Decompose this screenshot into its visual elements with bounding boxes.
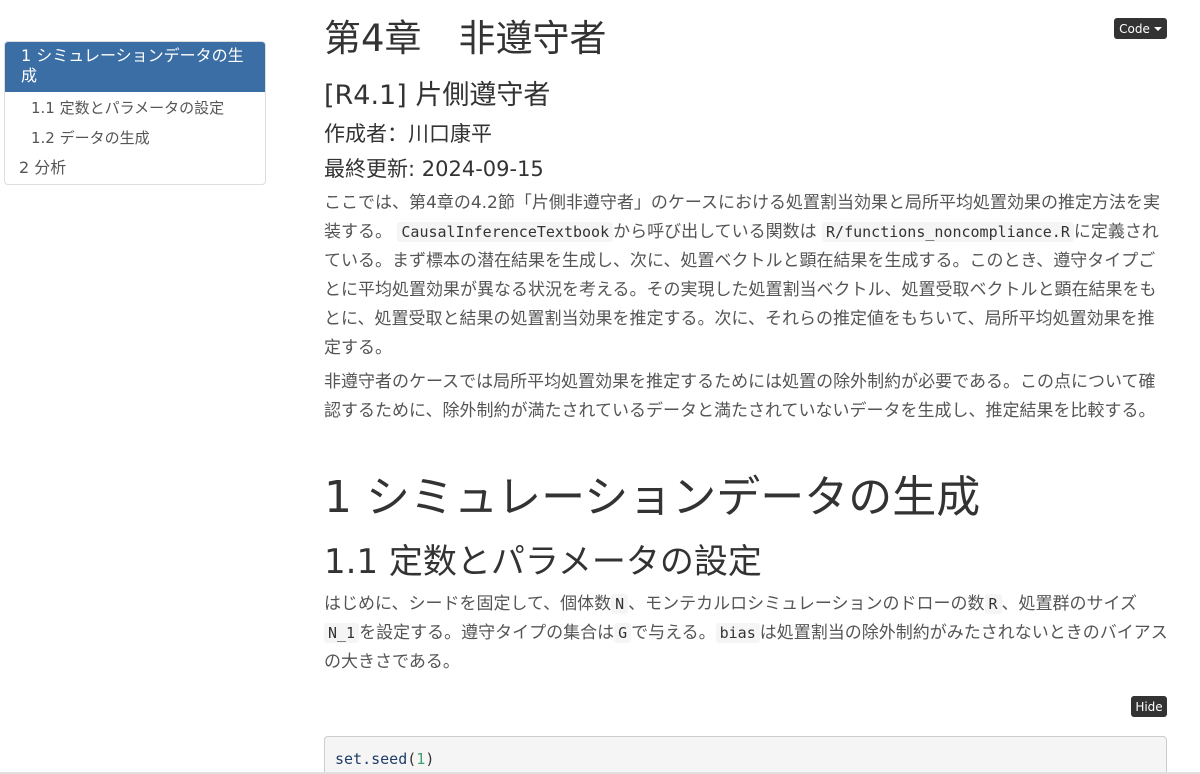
toc-item-label: 1 シミュレーションデータの生成 <box>21 46 244 85</box>
author: 作成者：川口康平 <box>324 122 492 146</box>
text-span: 、処置群のサイズ <box>1001 594 1138 614</box>
inline-code: bias <box>715 623 760 643</box>
toc-item-analysis[interactable]: 2 分析 <box>5 152 265 182</box>
toc-item-label: 1.2 データの生成 <box>31 129 150 147</box>
exclusion-paragraph: 非遵守者のケースでは局所平均処置効果を推定するためには処置の除外制約が必要である… <box>324 372 1156 421</box>
toc-item-data-generation[interactable]: 1.2 データの生成 <box>5 122 265 152</box>
text-span: 、モンテカルロシミュレーションのドローの数 <box>628 594 985 614</box>
subsection-heading: 1.1 定数とパラメータの設定 <box>324 542 762 582</box>
inline-code: N <box>611 594 629 614</box>
inline-code: G <box>614 623 632 643</box>
inline-code: R <box>984 594 1002 614</box>
page-title: 第4章 非遵守者 <box>324 17 607 60</box>
text-span: で与える。 <box>631 623 716 643</box>
toc-item-label: 2 分析 <box>19 158 67 177</box>
code-button-label: Code <box>1119 21 1150 36</box>
page: 1 シミュレーションデータの生成 1.1 定数とパラメータの設定 1.2 データ… <box>0 0 1200 774</box>
toc-item-simulation-data[interactable]: 1 シミュレーションデータの生成 <box>5 42 265 92</box>
inline-code: N_1 <box>324 623 360 643</box>
toc-item-constants-parameters[interactable]: 1.1 定数とパラメータの設定 <box>5 92 265 122</box>
last-updated-date: 最終更新: 2024-09-15 <box>324 157 544 181</box>
inline-code: R/functions_noncompliance.R <box>822 222 1074 242</box>
code-function: set.seed <box>335 750 408 768</box>
text-span: を設定する。遵守タイプの集合は <box>359 623 615 643</box>
table-of-contents: 1 シミュレーションデータの生成 1.1 定数とパラメータの設定 1.2 データ… <box>4 41 266 185</box>
intro-paragraph: ここでは、第4章の4.2節「片側非遵守者」のケースにおける処置割当効果と局所平均… <box>324 189 1168 363</box>
caret-down-icon <box>1153 26 1162 31</box>
code-paren: ) <box>425 750 435 768</box>
text-span: はじめに、シードを固定して、個体数 <box>324 594 612 614</box>
section-heading: 1 シミュレーションデータの生成 <box>324 472 981 523</box>
code-line: set.seed(1) <box>335 747 1156 771</box>
code-block[interactable]: set.seed(1)N <- 1000 <box>324 736 1167 774</box>
setup-paragraph: はじめに、シードを固定して、個体数 N 、モンテカルロシミュレーションのドローの数 R… <box>324 590 1168 677</box>
inline-code: CausalInferenceTextbook <box>397 222 614 242</box>
hide-code-button[interactable]: Hide <box>1131 696 1167 717</box>
page-subtitle: [R4.1] 片側遵守者 <box>324 80 551 111</box>
code-dropdown-button[interactable]: Code <box>1114 18 1167 39</box>
text-span: に定義されている。まず標本の潜在結果を生成し、次に、処置ベクトルと顕在結果を生成… <box>324 222 1159 358</box>
code-paren: ( <box>407 750 417 768</box>
code-number: 1 <box>416 750 426 768</box>
text-span: から呼び出している関数は <box>613 222 817 242</box>
toc-item-label: 1.1 定数とパラメータの設定 <box>31 99 225 117</box>
